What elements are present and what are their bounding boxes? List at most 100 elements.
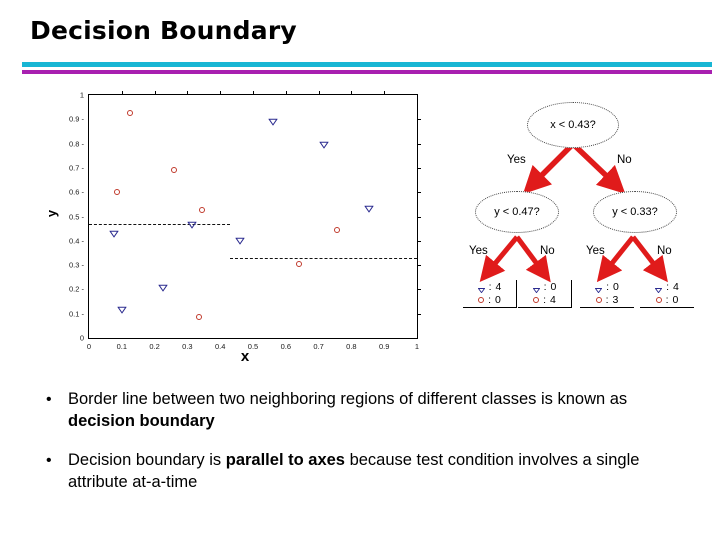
x-axis-tick-mark (121, 91, 123, 95)
bullet-text-pre: Border line between two neighboring regi… (68, 390, 628, 408)
circle-icon (595, 296, 602, 303)
data-point-circle (333, 226, 340, 233)
data-point-triangle (157, 285, 168, 294)
tree-leaf-4-triangle-count: 4 (673, 280, 679, 293)
data-point-circle (171, 167, 178, 174)
x-axis-tick-label: 0.6 (280, 342, 292, 351)
tree-leaf-3-triangle-row: : 0 (580, 280, 634, 294)
tree-leaf-2-triangle-row: : 0 (518, 280, 571, 294)
decision-boundary-line (89, 223, 231, 225)
y-axis-tick-label: 0.5 - (68, 212, 84, 221)
data-point-circle (113, 189, 120, 196)
y-axis-tick-label: 0.6 - (68, 187, 84, 197)
axis-label-y: y (44, 209, 60, 218)
x-axis-tick-mark (384, 91, 386, 95)
x-axis-tick-label: 0.5 (247, 342, 259, 351)
tree-leaf-4-circle-count: 0 (672, 293, 679, 306)
tree-leaf-4-triangle-row: : 4 (640, 280, 694, 294)
y-axis-tick-mark (417, 167, 421, 169)
tree-leaf-3-circle-count: 3 (612, 293, 619, 306)
tree-node-left-label: y < 0.47? (494, 206, 540, 218)
tree-node-right[interactable]: y < 0.33? (593, 191, 677, 233)
y-axis-tick-label: 0.2 - (68, 284, 84, 294)
x-axis-tick-label: 0.1 (116, 342, 128, 351)
y-axis-tick-mark (417, 192, 421, 194)
data-point-circle (199, 207, 206, 214)
data-point-circle (195, 314, 202, 321)
branch-label-root-no: No (617, 154, 632, 166)
triangle-down-icon (532, 284, 540, 294)
x-axis-tick-mark (154, 91, 156, 95)
branch-label-left-no: No (540, 245, 555, 257)
tree-leaf-4-circle-row: : 0 (640, 293, 694, 306)
y-axis-tick-label: 0.3 - (68, 260, 84, 270)
y-axis-tick-mark (417, 265, 421, 267)
tree-leaf-3-colon: : (606, 280, 610, 293)
tree-leaf-3-colon2: : (605, 293, 609, 306)
circle-icon (533, 296, 540, 303)
data-point-triangle (116, 306, 127, 316)
data-point-triangle (108, 230, 119, 239)
bullet-item: • Decision boundary is parallel to axes … (38, 449, 688, 494)
tree-leaf-3-triangle-count: 0 (613, 280, 619, 293)
tree-node-left[interactable]: y < 0.47? (475, 191, 559, 233)
data-point-circle (295, 260, 302, 267)
tree-leaf-3-circle-row: : 3 (580, 293, 634, 306)
tree-node-root[interactable]: x < 0.43? (527, 102, 619, 148)
bullet-marker: • (46, 391, 52, 408)
circle-icon (655, 296, 662, 303)
x-axis-tick-label: 1 (414, 342, 420, 351)
y-axis-tick-mark (417, 216, 421, 218)
y-axis-tick-mark (417, 240, 421, 242)
data-point-triangle (187, 221, 198, 231)
triangle-down-icon (594, 284, 603, 294)
x-axis-tick-mark (220, 91, 222, 95)
x-axis-tick-mark (285, 91, 287, 95)
tree-leaf-2-triangle-count: 0 (550, 280, 557, 293)
tree-leaf-2-colon2: : (543, 293, 547, 306)
bullet-text-bold: decision boundary (68, 412, 215, 431)
x-axis-tick-mark (318, 91, 320, 95)
decision-tree: x < 0.43? Yes No y < 0.47? y < 0.33? Yes… (455, 92, 705, 342)
tree-node-root-label: x < 0.43? (550, 119, 596, 131)
x-axis-tick-label: 0.9 (378, 342, 390, 351)
tree-leaf-1-colon: : (488, 280, 492, 293)
plot-frame: 0 0.1 - 0.2 - 0.3 - 0.4 - 0.5 - 0.6 - 0.7 - 0.8 … (69, 91, 421, 351)
x-axis-tick-label: 0.3 (182, 342, 193, 351)
x-axis-tick-label: 0.7 (313, 342, 324, 351)
tree-leaf-4: : 4 : 0 (640, 280, 694, 308)
y-axis-tick-label: 0.9 - (68, 114, 84, 124)
tree-node-right-label: y < 0.33? (612, 206, 658, 218)
tree-leaf-2-colon: : (543, 280, 547, 293)
x-axis-tick-label: 0 (86, 342, 92, 351)
scatter-plot: y x 0 0.1 -0.2 -0.3 -0.4 -0.5 -0.6 -0.7 -… (40, 86, 440, 366)
bullet-marker: • (46, 451, 52, 469)
y-axis-tick-label: 0 (79, 333, 84, 343)
tree-leaf-3: : 0 : 3 (580, 280, 634, 308)
bullet-item: • Border line between two neighboring re… (38, 388, 688, 433)
data-point-triangle (235, 237, 245, 247)
y-axis-tick-label: 1 (79, 90, 84, 100)
x-axis-tick-mark (187, 91, 189, 95)
circle-icon (478, 296, 485, 303)
x-axis-tick-label: 0.8 (346, 342, 357, 351)
divider (22, 62, 712, 74)
y-axis-tick-label: 0.1 - (68, 309, 84, 319)
decision-boundary-line (230, 257, 417, 259)
tree-leaf-2-circle-count: 4 (550, 293, 556, 306)
triangle-down-icon (654, 284, 663, 294)
tree-leaf-1: : 4 : 0 (463, 280, 517, 308)
page-title: Decision Boundary (30, 16, 297, 45)
bullet-text-bold: parallel to axes (225, 450, 345, 469)
branch-label-root-yes: Yes (507, 154, 526, 166)
tree-leaf-1-circle-count: 0 (495, 293, 501, 306)
branch-label-right-no: No (657, 245, 672, 257)
branch-label-right-yes: Yes (586, 245, 605, 257)
tree-leaf-4-colon2: : (665, 293, 669, 306)
x-axis-tick-label: 0.4 (214, 342, 226, 351)
y-axis-tick-label: 0.7 - (68, 163, 84, 173)
tree-leaf-1-triangle-row: : 4 (463, 280, 516, 294)
x-axis-tick-mark (253, 91, 254, 95)
y-axis-tick-mark (417, 313, 421, 315)
triangle-down-icon (477, 284, 485, 294)
